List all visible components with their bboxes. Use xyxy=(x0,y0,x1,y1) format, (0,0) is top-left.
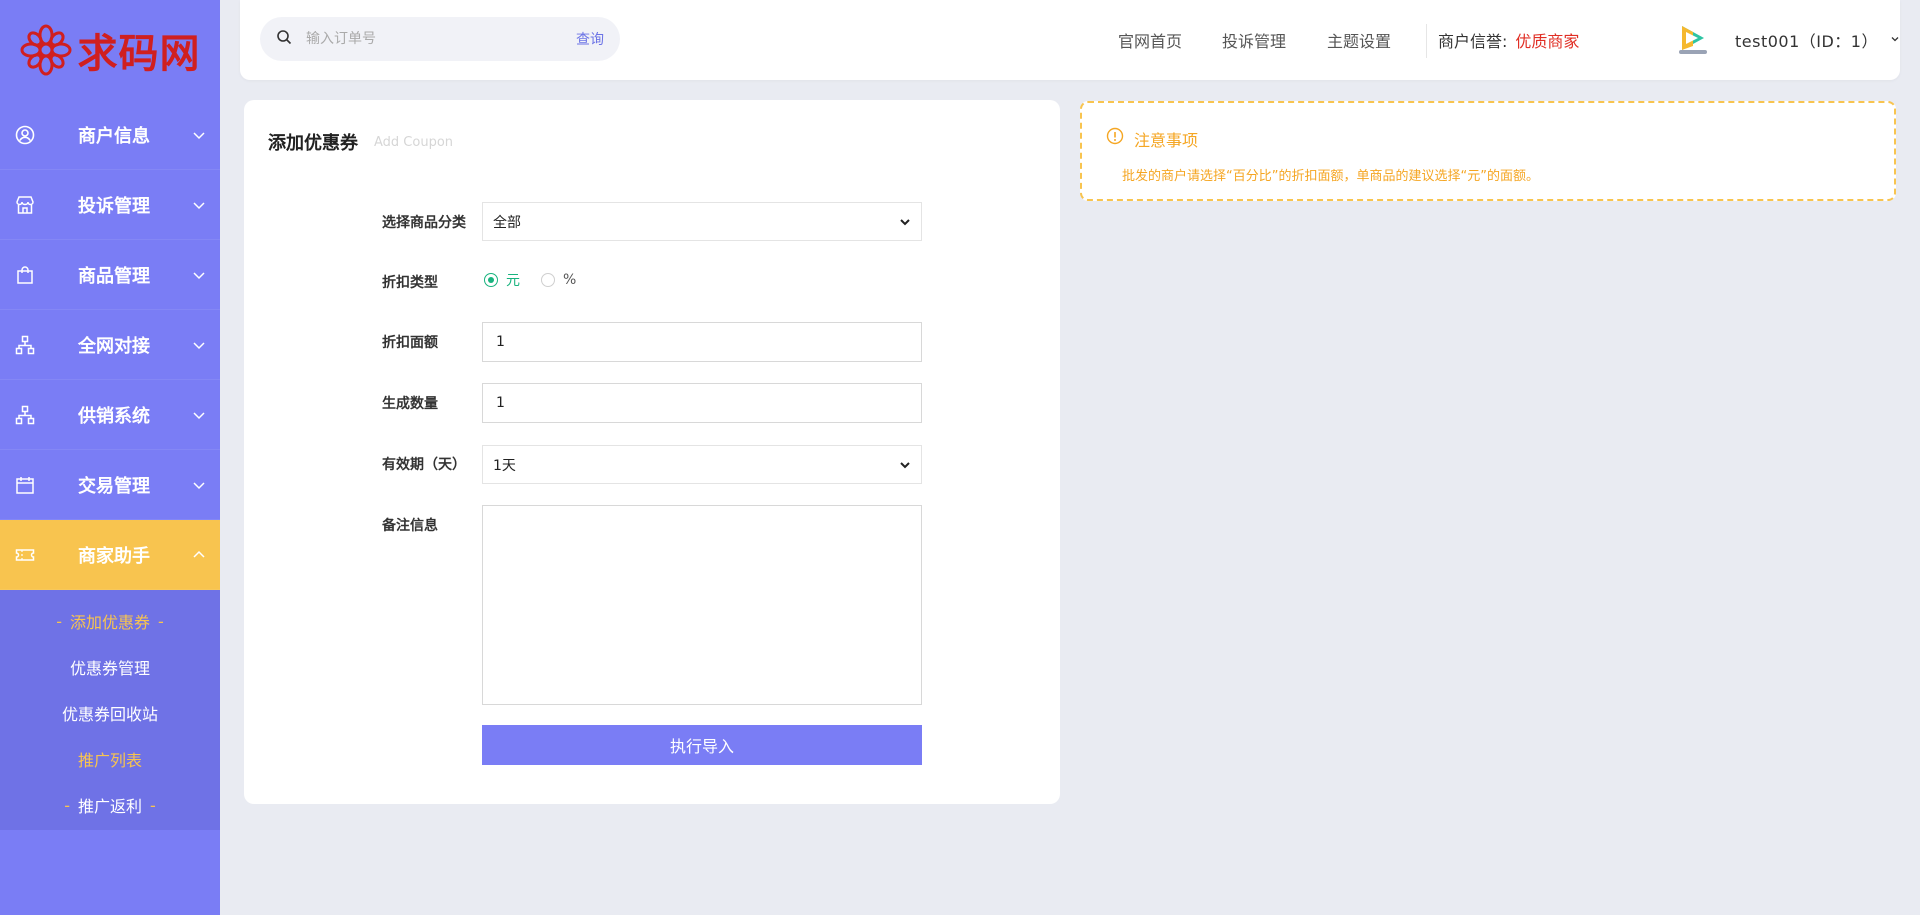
submenu-item-promotion-rebate[interactable]: - 推广返利 - xyxy=(0,782,220,828)
notice-title: 注意事项 xyxy=(1134,131,1199,150)
execute-import-button[interactable]: 执行导入 xyxy=(482,725,922,765)
radio-dot xyxy=(484,273,498,287)
order-search-bar: 查询 xyxy=(260,17,620,61)
chevron-down-icon xyxy=(192,198,206,212)
merchant-credit: 商户信誉: 优质商家 xyxy=(1438,0,1579,80)
sidebar-item-supply-system[interactable]: 供销系统 xyxy=(0,380,220,450)
sidebar-item-label: 交易管理 xyxy=(78,475,150,497)
category-select[interactable]: 全部 xyxy=(482,202,922,241)
user-name: test001（ID：1） xyxy=(1735,32,1878,51)
chevron-down-icon xyxy=(899,459,911,471)
discount-type-label: 折扣类型 xyxy=(382,275,438,291)
chevron-down-icon xyxy=(192,478,206,492)
radio-label: 元 xyxy=(506,273,520,289)
remark-label: 备注信息 xyxy=(382,518,438,534)
submenu-item-coupon-recycle-bin[interactable]: 优惠券回收站 xyxy=(0,690,220,736)
sitemap-icon xyxy=(14,334,36,356)
submenu-item-coupon-management[interactable]: 优惠券管理 xyxy=(0,644,220,690)
sidebar-item-merchant-assistant[interactable]: 商家助手 xyxy=(0,520,220,590)
validity-select[interactable]: 1天 xyxy=(482,445,922,484)
submenu-item-label: 推广返利 xyxy=(77,797,142,816)
chevron-down-icon xyxy=(1890,34,1900,47)
radio-dot xyxy=(541,273,555,287)
sidebar-item-complaints[interactable]: 投诉管理 xyxy=(0,170,220,240)
header-divider xyxy=(1426,24,1427,58)
sidebar-item-label: 商户信息 xyxy=(78,125,150,147)
page-subtitle: Add Coupon xyxy=(374,135,454,150)
chevron-up-icon xyxy=(192,548,206,562)
sidebar-item-label: 供销系统 xyxy=(78,405,150,427)
store-icon xyxy=(14,194,36,216)
sidebar-item-label: 投诉管理 xyxy=(78,195,150,217)
radio-label: % xyxy=(563,272,577,288)
sidebar-item-label: 商家助手 xyxy=(78,545,150,567)
discount-type-yuan-radio[interactable]: 元 xyxy=(484,271,520,289)
quantity-label: 生成数量 xyxy=(382,396,438,412)
notice-text: 批发的商户请选择“百分比”的折扣面额，单商品的建议选择“元”的面额。 xyxy=(1122,169,1539,184)
dash-decoration: - xyxy=(56,611,62,631)
sitemap-icon xyxy=(14,404,36,426)
credit-label: 商户信誉: xyxy=(1438,32,1508,51)
chevron-down-icon xyxy=(192,338,206,352)
top-header: 查询 官网首页 投诉管理 主题设置 商户信誉: 优质商家 test001（ID：… xyxy=(240,0,1900,80)
dash-decoration: - xyxy=(150,795,156,815)
validity-value: 1天 xyxy=(493,457,516,474)
user-circle-icon xyxy=(14,124,36,146)
order-search-input[interactable] xyxy=(306,31,576,47)
sidebar-item-products[interactable]: 商品管理 xyxy=(0,240,220,310)
notice-panel: 注意事项 批发的商户请选择“百分比”的折扣面额，单商品的建议选择“元”的面额。 xyxy=(1080,101,1896,201)
validity-label: 有效期（天） xyxy=(382,457,466,473)
add-coupon-card: 添加优惠券 Add Coupon 选择商品分类 全部 折扣类型 元 % 折扣面额… xyxy=(244,100,1060,804)
dash-decoration: - xyxy=(158,611,164,631)
submenu-item-label: 优惠券回收站 xyxy=(61,705,158,724)
calendar-icon xyxy=(14,474,36,496)
search-icon xyxy=(276,29,292,49)
category-value: 全部 xyxy=(493,214,521,231)
user-menu[interactable]: test001（ID：1） xyxy=(1735,0,1900,80)
logo[interactable]: 求码网 xyxy=(0,0,220,100)
sidebar-submenu: - 添加优惠券 - 优惠券管理 优惠券回收站 推广列表 - 推广返利 - xyxy=(0,590,220,830)
info-icon xyxy=(1106,127,1124,145)
sidebar-item-label: 商品管理 xyxy=(78,265,150,287)
logo-flower-icon xyxy=(20,24,71,76)
submenu-item-label: 添加优惠券 xyxy=(69,613,150,632)
amount-label: 折扣面额 xyxy=(382,335,438,351)
logo-text: 求码网 xyxy=(77,30,201,77)
ticket-icon xyxy=(14,544,36,566)
chevron-down-icon xyxy=(192,408,206,422)
chevron-down-icon xyxy=(899,216,911,228)
submenu-item-add-coupon[interactable]: - 添加优惠券 - xyxy=(0,598,220,644)
shopping-bag-icon xyxy=(14,264,36,286)
avatar[interactable] xyxy=(1676,22,1710,56)
sidebar-item-transactions[interactable]: 交易管理 xyxy=(0,450,220,520)
sidebar-item-merchant-info[interactable]: 商户信息 xyxy=(0,100,220,170)
discount-type-percent-radio[interactable]: % xyxy=(541,271,576,289)
sidebar-item-label: 全网对接 xyxy=(78,335,150,357)
submenu-item-label: 优惠券管理 xyxy=(69,659,150,678)
credit-value: 优质商家 xyxy=(1515,32,1580,51)
nav-theme-settings[interactable]: 主题设置 xyxy=(1327,0,1391,80)
sidebar-item-network-docking[interactable]: 全网对接 xyxy=(0,310,220,380)
dash-decoration: - xyxy=(64,795,70,815)
remark-textarea[interactable] xyxy=(482,505,922,705)
page-title: 添加优惠券 xyxy=(268,133,358,154)
nav-official-home[interactable]: 官网首页 xyxy=(1118,0,1182,80)
amount-input[interactable]: 1 xyxy=(482,322,922,362)
submenu-item-label: 推广列表 xyxy=(77,751,142,770)
nav-complaint-management[interactable]: 投诉管理 xyxy=(1222,0,1286,80)
category-label: 选择商品分类 xyxy=(382,215,466,231)
submenu-item-promotion-list[interactable]: 推广列表 xyxy=(0,736,220,782)
chevron-down-icon xyxy=(192,128,206,142)
search-button[interactable]: 查询 xyxy=(576,29,604,49)
quantity-input[interactable]: 1 xyxy=(482,383,922,423)
sidebar: 求码网 商户信息 投诉管理 商品管理 全网对接 供销系统 交易管理 商家助手 -… xyxy=(0,0,220,915)
chevron-down-icon xyxy=(192,268,206,282)
